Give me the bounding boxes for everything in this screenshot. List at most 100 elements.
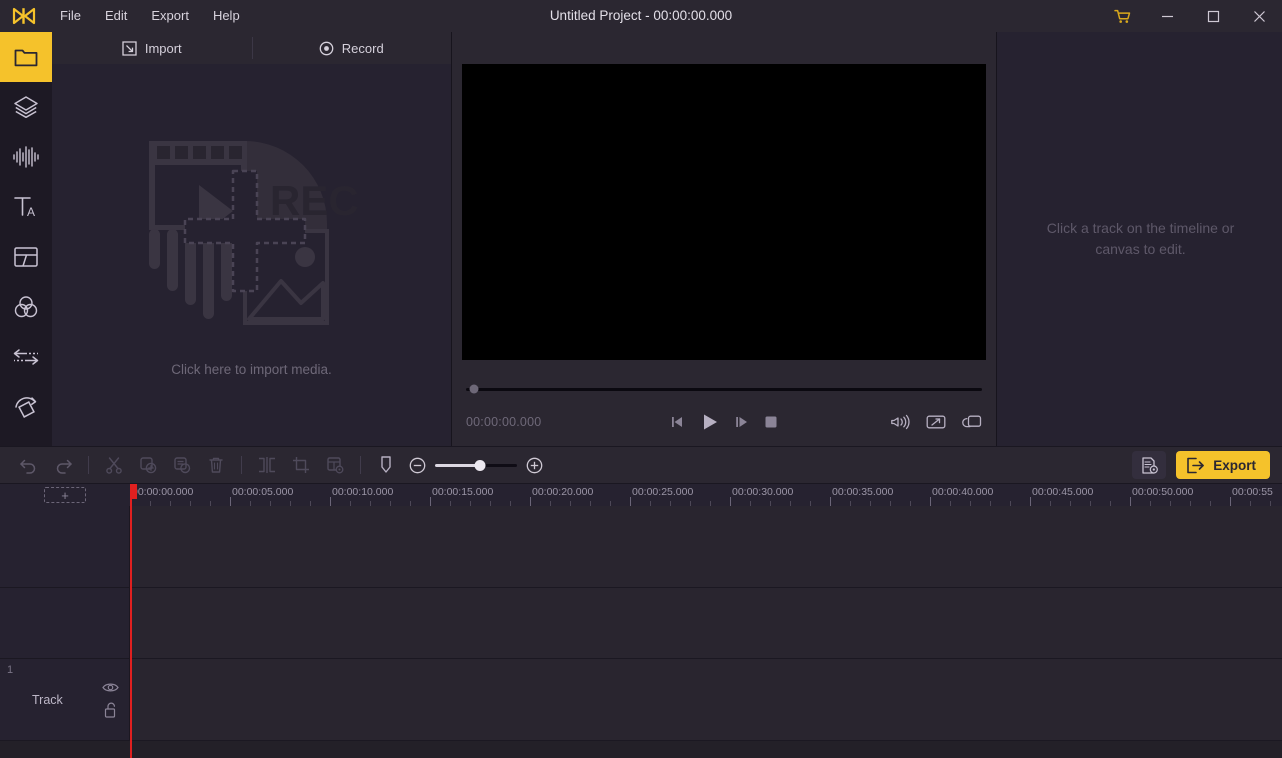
track-head[interactable]: 1 Track xyxy=(0,659,130,740)
left-sidebar: A xyxy=(0,32,52,446)
menu-export[interactable]: Export xyxy=(139,0,201,32)
add-track-button[interactable]: + xyxy=(44,487,86,503)
menu-edit[interactable]: Edit xyxy=(93,0,139,32)
fullscreen-icon xyxy=(926,414,946,430)
ruler-major-tick xyxy=(830,497,831,506)
layers-icon xyxy=(12,94,40,120)
tab-import-label: Import xyxy=(145,41,182,56)
track-row[interactable] xyxy=(0,588,1282,659)
maximize-button[interactable] xyxy=(1190,0,1236,32)
volume-button[interactable] xyxy=(890,413,910,431)
bowtie-logo-icon xyxy=(12,7,36,25)
split-icon xyxy=(257,456,277,474)
timeline-ruler[interactable]: 00:00:00.00000:00:05.00000:00:10.00000:0… xyxy=(130,484,1282,506)
eye-icon xyxy=(102,681,119,693)
prev-frame-button[interactable] xyxy=(670,415,686,429)
redo-button[interactable] xyxy=(46,450,80,480)
ruler-label: 00:00:30.000 xyxy=(732,486,793,498)
speed-button[interactable] xyxy=(318,450,352,480)
zoom-in-button[interactable] xyxy=(526,457,543,474)
track-lane[interactable] xyxy=(130,588,1282,658)
main-body: A xyxy=(0,32,1282,446)
ruler-label: 00:00:20.000 xyxy=(532,486,593,498)
zoom-slider-fill xyxy=(435,464,480,467)
svg-text:A: A xyxy=(27,205,35,219)
crop-button[interactable] xyxy=(284,450,318,480)
track-row[interactable] xyxy=(0,506,1282,588)
sidebar-item-transitions[interactable] xyxy=(0,332,52,382)
motion-icon xyxy=(12,394,40,420)
cart-button[interactable] xyxy=(1100,0,1144,32)
ruler-label: 00:00:40.000 xyxy=(932,486,993,498)
stop-button[interactable] xyxy=(764,415,778,429)
copy-attributes-icon xyxy=(173,456,191,474)
play-button[interactable] xyxy=(700,412,720,432)
play-icon xyxy=(700,412,720,432)
split-screen-icon xyxy=(12,245,40,269)
cart-icon xyxy=(1114,9,1131,24)
video-canvas[interactable] xyxy=(462,64,986,360)
project-settings-button[interactable] xyxy=(1132,451,1166,479)
track-visibility-button[interactable] xyxy=(102,681,119,693)
ruler-label: 00:00:00.000 xyxy=(132,486,193,498)
tab-import[interactable]: Import xyxy=(52,32,252,64)
import-arrow-icon xyxy=(122,41,137,56)
redo-icon xyxy=(53,456,73,474)
export-button-label: Export xyxy=(1213,458,1256,473)
next-frame-icon xyxy=(734,415,750,429)
seek-row xyxy=(466,376,982,402)
ruler-major-tick xyxy=(130,497,131,506)
toolbar-right: Export xyxy=(1132,451,1270,479)
sidebar-item-filters[interactable] xyxy=(0,282,52,332)
menu-file[interactable]: File xyxy=(48,0,93,32)
timeline: + 00:00:00.00000:00:05.00000:00:10.00000… xyxy=(0,484,1282,758)
close-button[interactable] xyxy=(1236,0,1282,32)
track-row[interactable]: 1 Track xyxy=(0,659,1282,741)
media-drop-zone[interactable]: REC xyxy=(52,64,451,446)
duplicate-button[interactable] xyxy=(131,450,165,480)
snapshot-button[interactable] xyxy=(962,414,982,430)
ruler-major-tick xyxy=(230,497,231,506)
ruler-major-tick xyxy=(930,497,931,506)
preview-right-controls xyxy=(890,413,982,431)
track-lane[interactable] xyxy=(130,659,1282,740)
delete-button[interactable] xyxy=(199,450,233,480)
sidebar-item-split-screen[interactable] xyxy=(0,232,52,282)
cut-button[interactable] xyxy=(97,450,131,480)
undo-button[interactable] xyxy=(12,450,46,480)
menu-help[interactable]: Help xyxy=(201,0,252,32)
marker-icon xyxy=(378,455,394,475)
tab-record[interactable]: Record xyxy=(252,32,452,64)
marker-button[interactable] xyxy=(369,450,403,480)
track-lock-button[interactable] xyxy=(103,701,118,718)
undo-icon xyxy=(19,456,39,474)
track-lane[interactable] xyxy=(130,506,1282,587)
seek-bar[interactable] xyxy=(466,388,982,391)
window-controls xyxy=(1100,0,1282,32)
toolbar-divider-3 xyxy=(360,456,361,474)
minimize-button[interactable] xyxy=(1144,0,1190,32)
sidebar-item-media[interactable] xyxy=(0,32,52,82)
track-head[interactable] xyxy=(0,506,130,587)
fullscreen-button[interactable] xyxy=(926,414,946,430)
track-head[interactable] xyxy=(0,588,130,658)
waveform-icon xyxy=(11,145,41,169)
zoom-slider-knob[interactable] xyxy=(475,460,486,471)
zoom-out-button[interactable] xyxy=(409,457,426,474)
import-placeholder-illustration: REC xyxy=(137,133,367,348)
sidebar-item-audio[interactable] xyxy=(0,132,52,182)
seek-knob[interactable] xyxy=(470,385,479,394)
ruler-label: 00:00:25.000 xyxy=(632,486,693,498)
next-frame-button[interactable] xyxy=(734,415,750,429)
volume-icon xyxy=(890,413,910,431)
export-button[interactable]: Export xyxy=(1176,451,1270,479)
sidebar-item-animation[interactable] xyxy=(0,382,52,432)
ruler-label: 00:00:10.000 xyxy=(332,486,393,498)
zoom-slider[interactable] xyxy=(435,458,517,472)
copy-attributes-button[interactable] xyxy=(165,450,199,480)
sidebar-item-text[interactable]: A xyxy=(0,182,52,232)
ruler-major-tick xyxy=(1130,497,1131,506)
sidebar-item-stickers[interactable] xyxy=(0,82,52,132)
media-tabs: Import Record xyxy=(52,32,451,64)
split-button[interactable] xyxy=(250,450,284,480)
